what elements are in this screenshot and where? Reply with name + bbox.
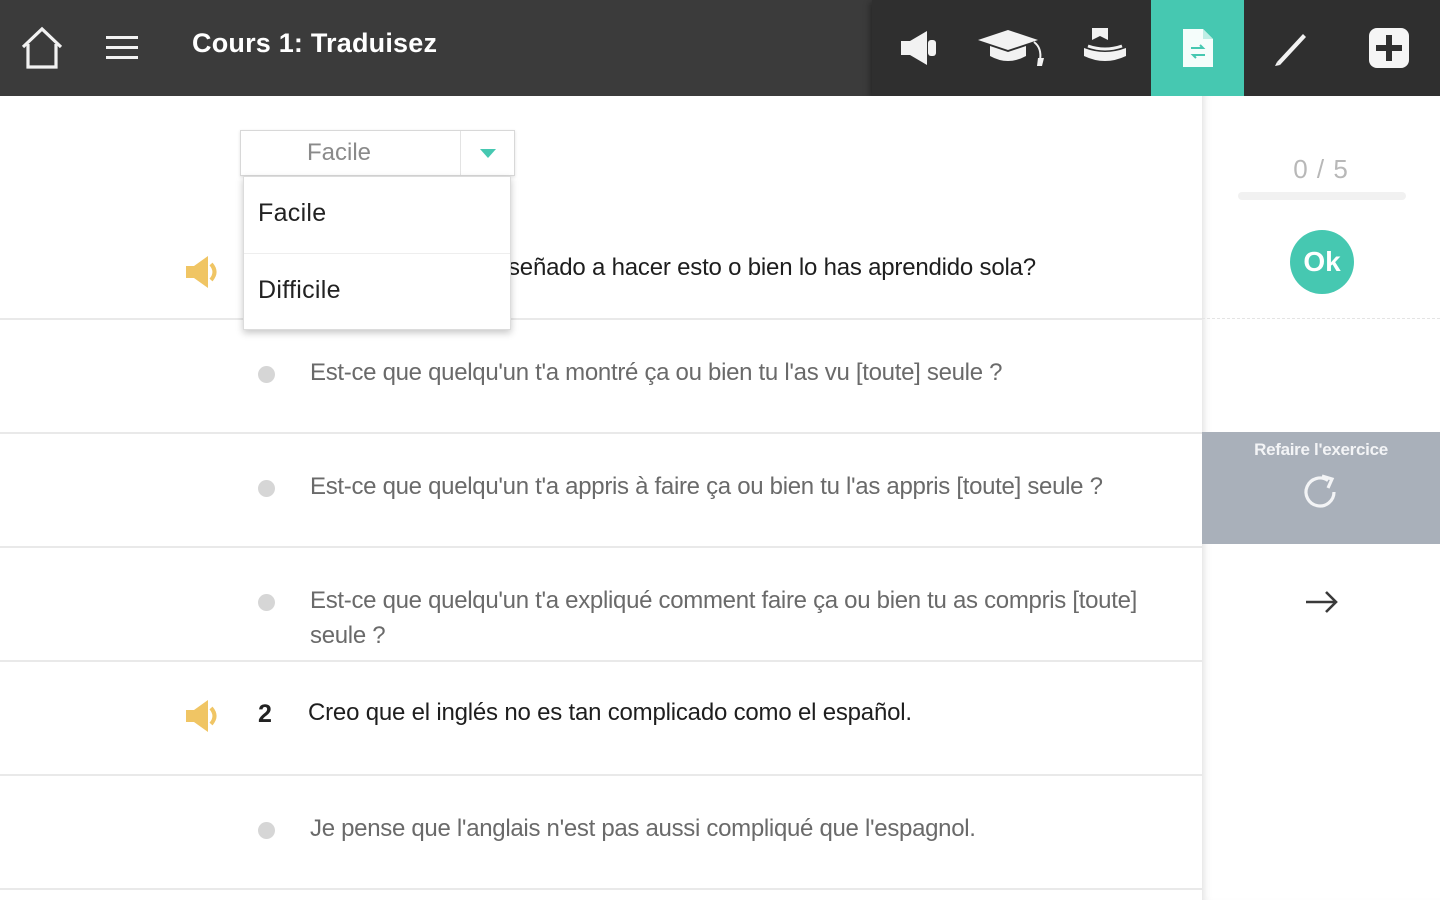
- tool-add[interactable]: [1337, 0, 1440, 96]
- option-facile[interactable]: Facile: [244, 177, 510, 253]
- home-icon: [21, 26, 63, 69]
- refresh-icon: [1304, 474, 1336, 508]
- speaker-icon[interactable]: [184, 696, 224, 736]
- option-difficile[interactable]: Difficile: [244, 253, 510, 329]
- page-title: Cours 1: Traduisez: [192, 28, 438, 58]
- answer-bullet[interactable]: [258, 480, 275, 497]
- question-text: señado a hacer esto o bien lo has aprend…: [508, 254, 1036, 281]
- arrow-right-icon[interactable]: [1302, 582, 1342, 622]
- question-number: 2: [258, 700, 272, 728]
- top-bar: Cours 1: Traduisez: [0, 0, 1440, 96]
- add-icon: [1368, 28, 1409, 68]
- document-swap-icon: [1182, 29, 1213, 67]
- menu-button[interactable]: [98, 24, 146, 72]
- question-row: 2 Creo que el inglés no es tan complicad…: [0, 662, 1202, 776]
- tool-translate[interactable]: [1151, 0, 1244, 96]
- hand-book-icon: [1083, 28, 1126, 61]
- score-progress-bar: [1238, 192, 1406, 200]
- answer-text[interactable]: Est-ce que quelqu'un t'a expliqué commen…: [310, 583, 1180, 653]
- divider: [1202, 318, 1440, 319]
- redo-label: Refaire l'exercice: [1254, 440, 1388, 459]
- tool-lesson[interactable]: [965, 0, 1058, 96]
- answer-text[interactable]: Est-ce que quelqu'un t'a appris à faire …: [310, 469, 1103, 504]
- megaphone-icon: [900, 31, 936, 65]
- difficulty-dropdown: Facile Difficile: [243, 176, 511, 330]
- question-text: Creo que el inglés no es tan complicado …: [308, 699, 912, 726]
- ok-button[interactable]: Ok: [1290, 230, 1354, 294]
- question-row: 1 señado a hacer esto o bien lo has apre…: [0, 206, 1202, 320]
- difficulty-select-value: Facile: [307, 139, 372, 166]
- speaker-icon[interactable]: [184, 252, 224, 292]
- graduation-cap-icon: [977, 30, 1044, 66]
- answer-bullet[interactable]: [258, 594, 275, 611]
- pencil-icon: [1274, 34, 1306, 66]
- answer-row[interactable]: Est-ce que quelqu'un t'a expliqué commen…: [0, 548, 1202, 662]
- exercise-list: 1 señado a hacer esto o bien lo has apre…: [0, 96, 1202, 900]
- answer-row[interactable]: Est-ce que quelqu'un t'a appris à faire …: [0, 434, 1202, 548]
- tool-reading[interactable]: [1058, 0, 1151, 96]
- answer-row[interactable]: Est-ce que quelqu'un t'a montré ça ou bi…: [0, 320, 1202, 434]
- side-panel: 0 / 5 Ok Refaire l'exercice: [1202, 96, 1440, 900]
- select-arrow[interactable]: [460, 131, 514, 175]
- answer-text[interactable]: Je pense que l'anglais n'est pas aussi c…: [310, 811, 976, 846]
- answer-row[interactable]: Je pense que l'anglais n'est pas aussi c…: [0, 776, 1202, 890]
- answer-bullet[interactable]: [258, 822, 275, 839]
- answer-text[interactable]: Est-ce que quelqu'un t'a montré ça ou bi…: [310, 355, 1002, 390]
- redo-exercise-button[interactable]: Refaire l'exercice: [1202, 432, 1440, 544]
- home-button[interactable]: [14, 20, 70, 76]
- difficulty-select[interactable]: Facile: [240, 130, 515, 176]
- answer-bullet[interactable]: [258, 366, 275, 383]
- chevron-down-icon: [479, 149, 496, 158]
- hamburger-menu-icon: [106, 36, 138, 59]
- tool-write[interactable]: [1244, 0, 1337, 96]
- score-counter: 0 / 5: [1293, 154, 1349, 184]
- tool-audio[interactable]: [872, 0, 965, 96]
- toolbar: [872, 0, 1440, 96]
